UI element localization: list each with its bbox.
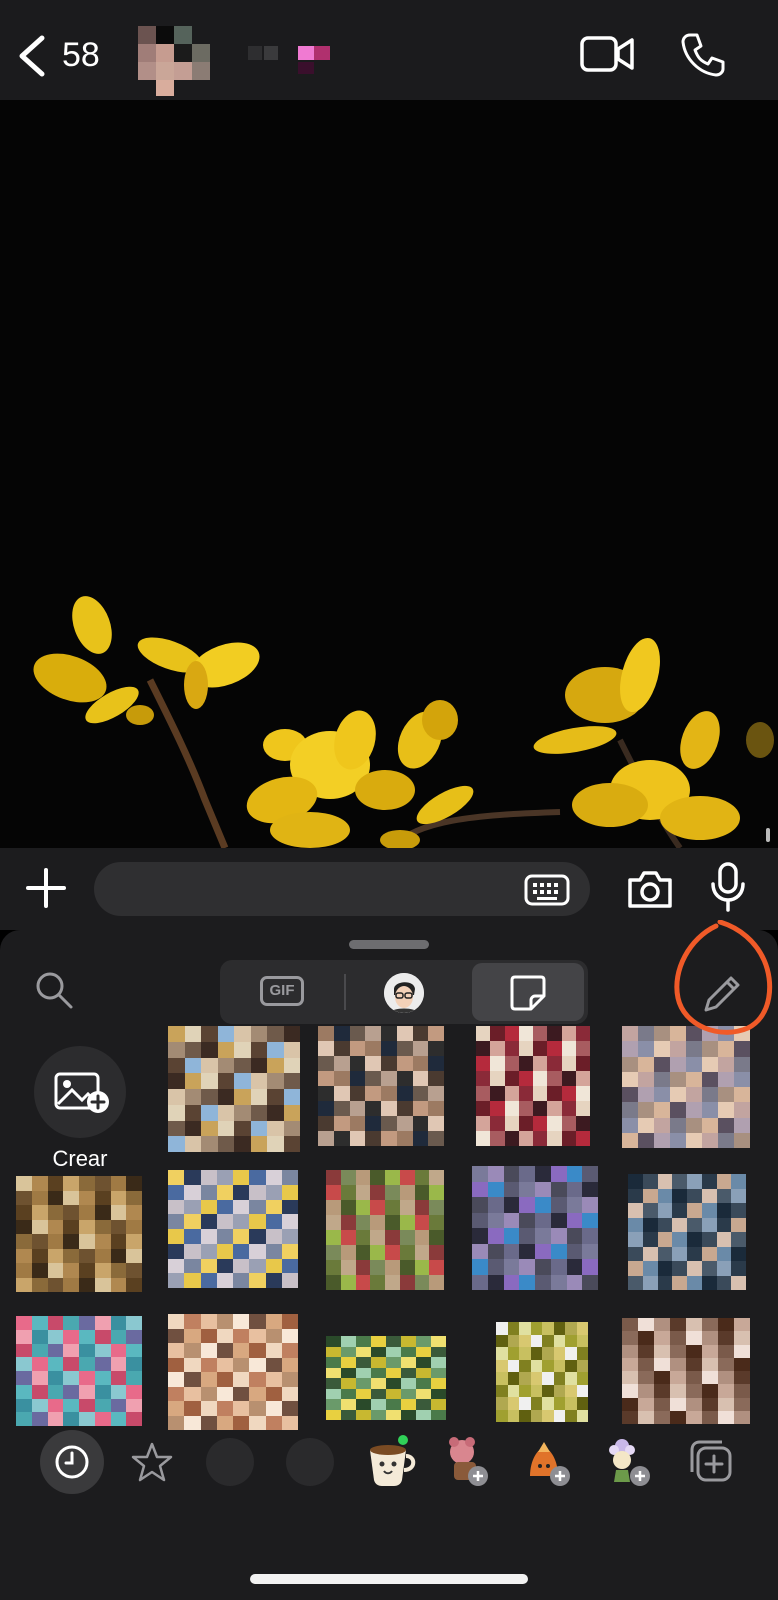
search-icon[interactable]	[34, 970, 74, 1010]
message-composer	[0, 848, 778, 930]
chat-photo-message[interactable]	[0, 100, 778, 848]
coffee-cup-sticker-icon[interactable]	[360, 1430, 424, 1494]
pink-bear-sticker-icon[interactable]	[440, 1430, 504, 1494]
orange-creature-sticker-icon[interactable]	[520, 1430, 584, 1494]
flower-character-sticker-icon[interactable]	[600, 1430, 664, 1494]
tab-avatar[interactable]	[384, 973, 424, 1013]
contact-name-blurred[interactable]	[248, 42, 344, 80]
scroll-indicator[interactable]	[766, 828, 770, 842]
sticker-thumbnail[interactable]	[16, 1316, 142, 1426]
unread-count[interactable]: 58	[62, 36, 100, 75]
phone-icon[interactable]	[680, 32, 726, 78]
add-sticker-pack-icon[interactable]	[680, 1430, 744, 1494]
panel-grabber[interactable]	[349, 940, 429, 949]
sticker-thumbnail[interactable]	[168, 1026, 300, 1152]
keyboard-icon[interactable]	[524, 874, 570, 906]
chat-header: 58	[0, 0, 778, 100]
sticker-thumbnail[interactable]	[16, 1176, 142, 1292]
sticker-thumbnail[interactable]	[622, 1318, 750, 1424]
sticker-thumbnail[interactable]	[496, 1322, 588, 1422]
sticker-thumbnail[interactable]	[476, 1026, 590, 1146]
add-image-icon	[54, 1072, 109, 1113]
plus-icon[interactable]	[24, 866, 68, 910]
star-icon[interactable]	[120, 1430, 184, 1494]
home-indicator[interactable]	[250, 1574, 528, 1584]
contact-avatar[interactable]	[138, 26, 212, 96]
chevron-left-icon[interactable]	[14, 34, 54, 78]
sticker-thumbnail[interactable]	[628, 1174, 746, 1290]
sticker-thumbnail[interactable]	[622, 1026, 750, 1148]
tab-pack-blank-1[interactable]	[206, 1438, 254, 1486]
tab-pack-blank-2[interactable]	[286, 1438, 334, 1486]
create-label: Crear	[52, 1146, 108, 1171]
tab-stickers[interactable]	[472, 963, 584, 1021]
segment-divider	[344, 974, 346, 1010]
sticker-panel: GIF Crear	[0, 930, 778, 1600]
video-camera-icon[interactable]	[580, 34, 634, 74]
sticker-thumbnail[interactable]	[318, 1026, 444, 1146]
sticker-thumbnail[interactable]	[168, 1314, 298, 1430]
tab-recent[interactable]	[40, 1430, 104, 1494]
clock-icon	[55, 1445, 89, 1479]
camera-icon[interactable]	[626, 868, 674, 910]
sticker-pack-tabs	[0, 1430, 778, 1500]
media-type-segmented-control: GIF	[220, 960, 588, 1024]
sticker-thumbnail[interactable]	[326, 1170, 444, 1290]
sticker-thumbnail[interactable]	[472, 1166, 598, 1290]
sticker-icon	[510, 975, 546, 1011]
flower-photo	[0, 100, 778, 848]
annotation-circle	[674, 920, 773, 1035]
create-sticker-button[interactable]	[34, 1046, 126, 1138]
sticker-thumbnail[interactable]	[168, 1170, 298, 1288]
tab-gif[interactable]: GIF	[260, 976, 304, 1006]
sticker-thumbnail[interactable]	[326, 1336, 446, 1420]
message-input[interactable]	[94, 862, 590, 916]
microphone-icon[interactable]	[710, 862, 746, 912]
